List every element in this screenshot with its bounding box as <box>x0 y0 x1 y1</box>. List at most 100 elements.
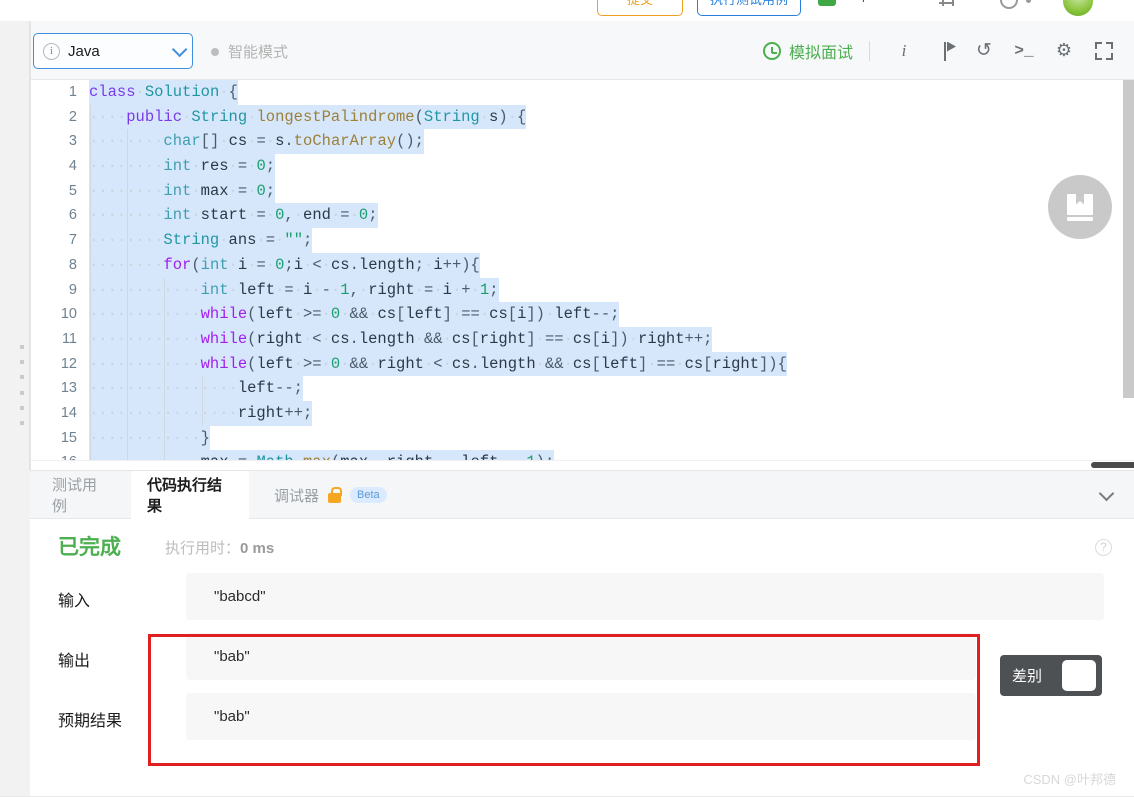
code-text[interactable]: ············int·left·=·i·-·1,·right·=·i·… <box>89 277 499 303</box>
code-text[interactable]: class·Solution·{ <box>89 80 238 105</box>
expected-value[interactable]: "bab" <box>186 693 976 740</box>
code-line[interactable]: 9 ············int·left·=·i·-·1,·right·=·i… <box>31 277 787 303</box>
code-line[interactable]: 12 ············while(left·>=·0·&&·right·<… <box>31 351 787 377</box>
code-line[interactable]: 8 ········for(int·i·=·0;i·<·cs.length;·i+… <box>31 252 787 278</box>
tab-debugger[interactable]: 调试器 Beta <box>258 471 418 519</box>
indent-guide <box>164 302 166 327</box>
mock-interview-button[interactable]: 模拟面试 <box>762 39 853 63</box>
code-lines[interactable]: 1 class·Solution·{ 2 ····public·String·long… <box>31 80 787 470</box>
smart-mode-indicator[interactable]: 智能模式 <box>211 41 288 62</box>
code-line[interactable]: 10 ············while(left·>=·0·&&·cs[left… <box>31 302 787 327</box>
code-line[interactable]: 1 class·Solution·{ <box>31 80 787 105</box>
indent-guide <box>201 400 203 426</box>
code-text[interactable]: ········int·start·=·0,·end·=·0; <box>89 203 378 229</box>
line-number: 15 <box>60 429 77 446</box>
status-badge: 已完成 <box>58 536 121 559</box>
code-line[interactable]: 7 ········String·ans·=·""; <box>31 228 787 253</box>
indent-guide <box>90 203 91 229</box>
code-line[interactable]: 5 ········int·max·=·0; <box>31 178 787 204</box>
horizontal-scrollbar[interactable] <box>31 460 1134 470</box>
run-button-partial[interactable]: 执行测试用例 <box>697 0 801 16</box>
line-number: 6 <box>68 207 77 224</box>
reset-icon[interactable]: ↺ <box>964 31 1004 71</box>
indent-guide <box>127 154 129 179</box>
indent-guide <box>90 277 91 303</box>
info-icon[interactable]: i <box>884 31 924 71</box>
submit-button-partial[interactable]: 提交 <box>597 0 683 16</box>
indent-guide <box>127 277 129 303</box>
settings-gear-icon[interactable]: ⚙ <box>1044 31 1084 71</box>
code-text[interactable]: ········for(int·i·=·0;i·<·cs.length;·i++… <box>89 252 480 278</box>
code-text[interactable]: ················right++; <box>89 400 313 426</box>
code-text[interactable]: ········int·res·=·0; <box>89 154 276 179</box>
question-mark-icon[interactable]: ? <box>1095 539 1112 556</box>
code-text[interactable]: ····public·String·longestPalindrome(Stri… <box>89 104 527 130</box>
toolbar-divider <box>869 40 870 61</box>
code-line[interactable]: 14 ················right++; <box>31 400 787 426</box>
output-label: 输出 <box>58 653 91 670</box>
code-line[interactable]: 15 ············} <box>31 425 787 451</box>
diff-toggle-knob[interactable] <box>1062 660 1096 691</box>
panel-drag-handle[interactable] <box>17 345 26 425</box>
indent-guide <box>127 351 129 377</box>
avatar[interactable] <box>1063 0 1093 16</box>
indent-guide <box>127 302 129 327</box>
bell-icon[interactable] <box>938 0 954 8</box>
console-icon[interactable]: >_ <box>1004 31 1044 71</box>
tab-testcases[interactable]: 测试用例 <box>36 471 124 519</box>
code-line[interactable]: 6 ········int·start·=·0,·end·=·0; <box>31 203 787 229</box>
code-text[interactable]: ············while(left·>=·0·&&·right·<·c… <box>89 351 787 377</box>
editor-tool-actions: 模拟面试 i ↺ >_ ⚙ <box>762 21 1124 80</box>
chevron-down-icon <box>171 41 188 57</box>
code-line[interactable]: 11 ············while(right·<·cs.length·&&… <box>31 326 787 352</box>
green-square-icon[interactable] <box>818 0 836 6</box>
code-text[interactable]: ············while(left·>=·0·&&·cs[left]·… <box>89 302 620 327</box>
code-text[interactable]: ········String·ans·=·""; <box>89 228 313 253</box>
line-number: 3 <box>68 133 77 150</box>
chevron-down-icon[interactable] <box>1098 485 1115 502</box>
code-text[interactable]: ········char[]·cs·=·s.toCharArray(); <box>89 129 424 155</box>
code-text[interactable]: ············} <box>89 425 210 451</box>
code-line[interactable]: 2 ····public·String·longestPalindrome(Str… <box>31 104 787 130</box>
indent-guide <box>90 104 91 130</box>
horizontal-scrollbar-thumb[interactable] <box>1091 462 1134 468</box>
code-line[interactable]: 13 ················left--; <box>31 376 787 401</box>
beta-badge: Beta <box>350 487 387 503</box>
code-area[interactable]: 1 class·Solution·{ 2 ····public·String·long… <box>31 80 1134 470</box>
code-text[interactable]: ········int·max·=·0; <box>89 178 276 204</box>
watermark: CSDN @叶邦德 <box>1023 772 1116 787</box>
line-number: 2 <box>68 108 77 125</box>
indent-guide <box>90 376 91 401</box>
code-text[interactable]: ················left--; <box>89 376 303 401</box>
indent-guide <box>90 154 91 179</box>
language-select[interactable]: i Java <box>33 33 193 69</box>
language-label: Java <box>68 42 100 60</box>
tab-execution-result[interactable]: 代码执行结果 <box>131 471 249 519</box>
vertical-scrollbar[interactable] <box>1123 80 1134 398</box>
top-navigation-strip: 提交 执行测试用例 i <box>0 0 1134 21</box>
diff-toggle[interactable]: 差别 <box>1000 655 1102 696</box>
info-italic-icon[interactable]: i <box>862 0 865 5</box>
indent-guide <box>164 326 166 352</box>
code-line[interactable]: 4 ········int·res·=·0; <box>31 154 787 179</box>
line-number: 12 <box>60 355 77 372</box>
circle-icon[interactable] <box>1000 0 1018 9</box>
flag-icon[interactable] <box>924 31 964 71</box>
indent-guide <box>127 376 129 401</box>
indent-guide <box>90 425 91 451</box>
indent-guide <box>127 129 129 155</box>
line-number: 13 <box>60 380 77 397</box>
code-line[interactable]: 3 ········char[]·cs·=·s.toCharArray(); <box>31 129 787 155</box>
io-row: 预期结果 "bab" <box>30 691 1134 751</box>
indent-guide <box>127 252 129 278</box>
line-number: 8 <box>68 256 77 273</box>
indent-guide <box>164 277 166 303</box>
code-text[interactable]: ············while(right·<·cs.length·&&·c… <box>89 326 713 352</box>
input-value[interactable]: "babcd" <box>186 573 1104 620</box>
note-book-icon[interactable] <box>1048 175 1112 239</box>
runtime-value: 0 ms <box>240 540 275 557</box>
fullscreen-icon[interactable] <box>1084 31 1124 71</box>
line-number: 7 <box>68 232 77 249</box>
output-value[interactable]: "bab" <box>186 633 976 680</box>
input-label: 输入 <box>58 593 91 610</box>
